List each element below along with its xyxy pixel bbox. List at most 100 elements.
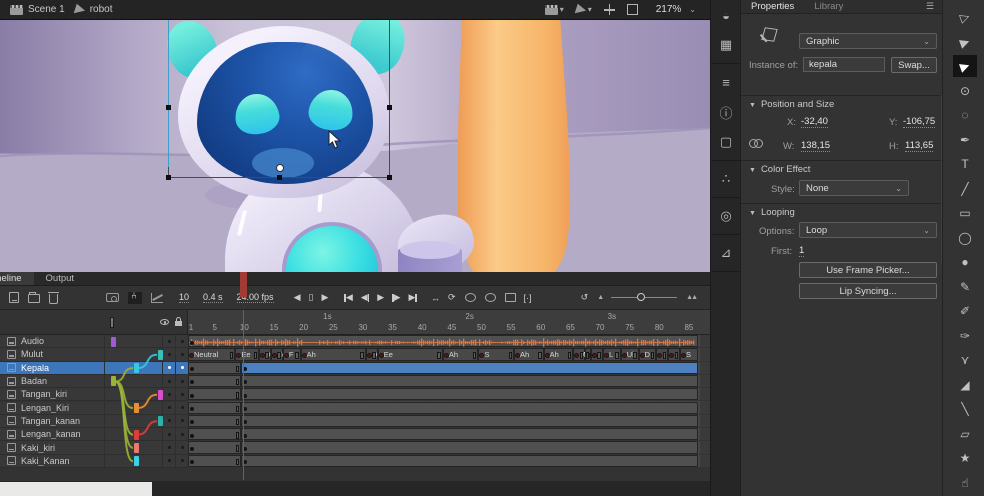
frames-row-tangan_kiri[interactable] xyxy=(188,388,710,401)
frame-span[interactable] xyxy=(241,375,697,387)
free-transform-tool[interactable]: ▶ xyxy=(953,55,977,77)
mouth-keyframe-span[interactable]: Uh xyxy=(621,348,639,360)
frame-span[interactable] xyxy=(241,428,697,440)
lip-syncing-button[interactable]: Lip Syncing... xyxy=(799,283,937,299)
info-panel-icon[interactable]: ⓘ xyxy=(711,97,741,127)
keyframe-dot[interactable] xyxy=(190,407,194,411)
mouth-keyframe-span[interactable]: S xyxy=(478,348,514,360)
visibility-cell[interactable] xyxy=(162,415,175,427)
position-size-section-header[interactable]: ▼Position and Size xyxy=(741,95,943,113)
selection-handle[interactable] xyxy=(166,105,171,110)
visibility-cell[interactable] xyxy=(162,402,175,414)
layer-row-tangan_kiri[interactable]: Tangan_kiri xyxy=(0,388,188,401)
frame-span[interactable] xyxy=(188,428,241,440)
step-forward-button[interactable]: ▶ xyxy=(321,292,328,303)
parent-handle[interactable] xyxy=(134,430,139,440)
frames-row-badan[interactable] xyxy=(188,375,710,388)
bone-tool[interactable]: ⋎ xyxy=(953,349,977,371)
step-back-button[interactable]: ◀ xyxy=(294,292,301,303)
cc-libraries-panel-icon[interactable]: ◎ xyxy=(711,201,741,231)
mouth-keyframe-span[interactable]: L xyxy=(603,348,621,360)
parent-handle[interactable] xyxy=(158,350,163,360)
looping-section-header[interactable]: ▼Looping xyxy=(741,203,943,221)
selection-handle[interactable] xyxy=(277,175,282,180)
visibility-cell[interactable] xyxy=(162,348,175,360)
motion-editor-panel-icon[interactable]: ⊿ xyxy=(711,238,741,268)
onion-outline-button[interactable] xyxy=(485,293,496,302)
new-folder-button[interactable] xyxy=(28,294,40,303)
parent-handle[interactable] xyxy=(111,337,116,347)
frame-span[interactable] xyxy=(241,441,697,453)
modify-markers-button[interactable]: [·] xyxy=(524,293,532,303)
mouth-keyframe-span[interactable]: F xyxy=(283,348,301,360)
lock-cell[interactable] xyxy=(175,335,188,347)
onion-skin-button[interactable] xyxy=(465,293,476,302)
frames-row-mulut[interactable]: NeutralEeDEeFAhDEeAhSAhAhMLUhDS xyxy=(188,348,710,361)
edit-symbols-button[interactable]: ▾ xyxy=(576,5,592,15)
layer-row-kepala[interactable]: Kepala xyxy=(0,362,188,375)
zoom-in-frames-icon[interactable]: ▲▲ xyxy=(686,294,696,301)
x-value[interactable]: -32,40 xyxy=(801,116,828,128)
frames-area[interactable]: NeutralEeDEeFAhDEeAhSAhAhMLUhDS xyxy=(188,335,710,468)
lock-cell[interactable] xyxy=(175,428,188,440)
lock-cell[interactable] xyxy=(175,362,188,374)
keyframe-dot[interactable] xyxy=(190,394,194,398)
mouth-keyframe-span[interactable]: M xyxy=(573,348,585,360)
mouth-keyframe-span[interactable]: Ah xyxy=(544,348,574,360)
mouth-keyframe-span[interactable]: Ah xyxy=(514,348,544,360)
paint-brush-tool[interactable]: ✑ xyxy=(953,325,977,347)
selection-handle[interactable] xyxy=(387,105,392,110)
frames-row-kaki_kanan[interactable] xyxy=(188,455,710,468)
frames-row-lengan_kanan[interactable] xyxy=(188,428,710,441)
frame-span[interactable] xyxy=(241,388,697,400)
keyframe-dot[interactable] xyxy=(190,447,194,451)
transform-panel-icon[interactable]: ▢ xyxy=(711,127,741,157)
parent-handle[interactable] xyxy=(111,376,116,386)
layer-row-tangan_kanan[interactable]: Tangan_kanan xyxy=(0,415,188,428)
swap-button[interactable]: Swap... xyxy=(891,57,937,73)
visibility-cell[interactable] xyxy=(162,375,175,387)
frames-row-kepala[interactable] xyxy=(188,362,710,375)
frame-span[interactable] xyxy=(188,362,241,374)
audio-frame-span[interactable] xyxy=(188,335,698,347)
keyframe-dot[interactable] xyxy=(190,420,194,424)
paint-bucket-tool[interactable]: ◢ xyxy=(953,374,977,396)
brush-tool[interactable]: ✐ xyxy=(953,300,977,322)
play-button[interactable]: ▶ xyxy=(377,292,384,303)
layer-row-mulut[interactable]: Mulut xyxy=(0,348,188,361)
new-layer-button[interactable] xyxy=(9,292,19,303)
parent-handle[interactable] xyxy=(134,363,139,373)
reset-timeline-zoom-button[interactable]: ↺ xyxy=(581,292,589,303)
edit-multiple-frames-button[interactable] xyxy=(505,293,516,302)
timeline-zoom-knob[interactable] xyxy=(637,293,645,301)
timeline-zoom-slider[interactable] xyxy=(611,297,677,298)
zoom-out-frames-icon[interactable]: ▲ xyxy=(597,294,602,301)
tab-timeline[interactable]: Timeline xyxy=(0,272,34,285)
next-keyframe-button[interactable]: ▶ xyxy=(392,292,400,303)
oval-tool[interactable]: ◯ xyxy=(953,227,977,249)
w-value[interactable]: 138,15 xyxy=(801,140,830,152)
graph-view-button[interactable] xyxy=(151,293,163,303)
gradient-transform-tool[interactable]: ⊙ xyxy=(953,80,977,102)
parent-handle[interactable] xyxy=(134,443,139,453)
use-frame-picker-button[interactable]: Use Frame Picker... xyxy=(799,262,937,278)
hand-tool[interactable]: ☝ xyxy=(953,472,977,494)
parent-handle[interactable] xyxy=(158,390,163,400)
line-tool[interactable]: ╱ xyxy=(953,178,977,200)
center-playhead-button[interactable]: ↔ xyxy=(431,293,440,303)
frame-span[interactable] xyxy=(188,415,241,427)
transformation-point[interactable] xyxy=(276,164,284,172)
mouth-keyframe-span[interactable]: S xyxy=(680,348,698,360)
pencil-tool[interactable]: ✎ xyxy=(953,276,977,298)
loop-options-dropdown[interactable]: Loop ⌄ xyxy=(799,222,937,238)
frame-span[interactable] xyxy=(241,402,697,414)
link-dimensions-icon[interactable] xyxy=(749,139,761,147)
first-value[interactable]: 1 xyxy=(799,245,804,257)
rectangle-tool[interactable]: ▭ xyxy=(953,202,977,224)
frames-row-audio[interactable] xyxy=(188,335,710,348)
mouth-keyframe-span[interactable]: Ah xyxy=(301,348,366,360)
mouth-keyframe-span[interactable]: Ee xyxy=(235,348,259,360)
frame-ruler[interactable]: 1s2s3s1510152025303540455055606570758085 xyxy=(188,310,710,335)
stage-zoom-select[interactable]: 217% ⌄ xyxy=(650,2,702,17)
mouth-keyframe-span[interactable]: Ee xyxy=(378,348,443,360)
